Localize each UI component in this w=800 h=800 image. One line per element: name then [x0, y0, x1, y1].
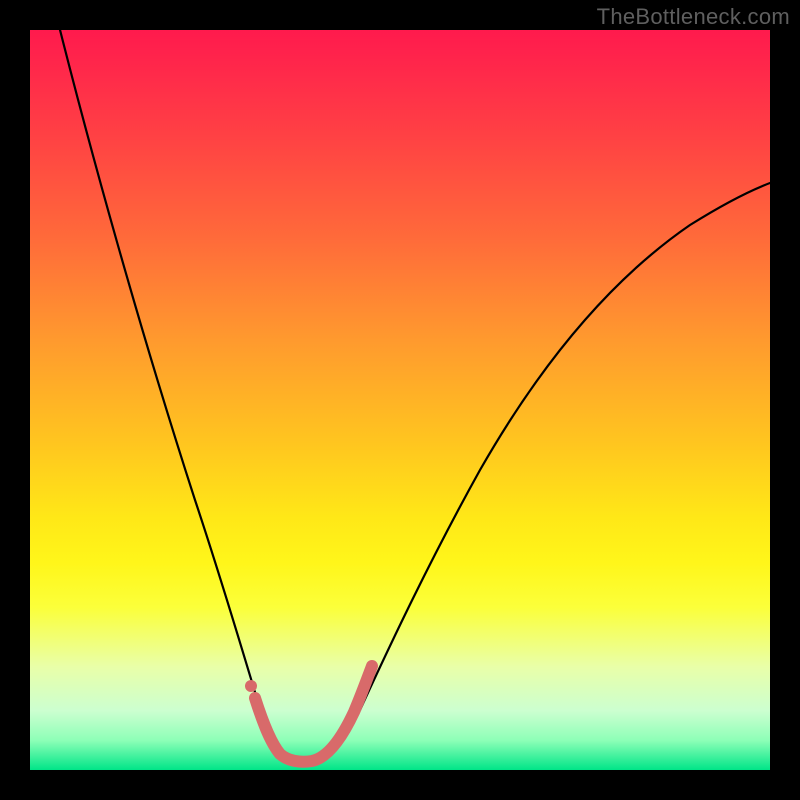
watermark-text: TheBottleneck.com — [597, 4, 790, 30]
bottleneck-curve — [30, 30, 770, 770]
plot-area — [30, 30, 770, 770]
curve-accent — [255, 666, 372, 762]
accent-dot — [245, 680, 257, 692]
curve-main — [55, 10, 785, 760]
chart-frame: TheBottleneck.com — [0, 0, 800, 800]
